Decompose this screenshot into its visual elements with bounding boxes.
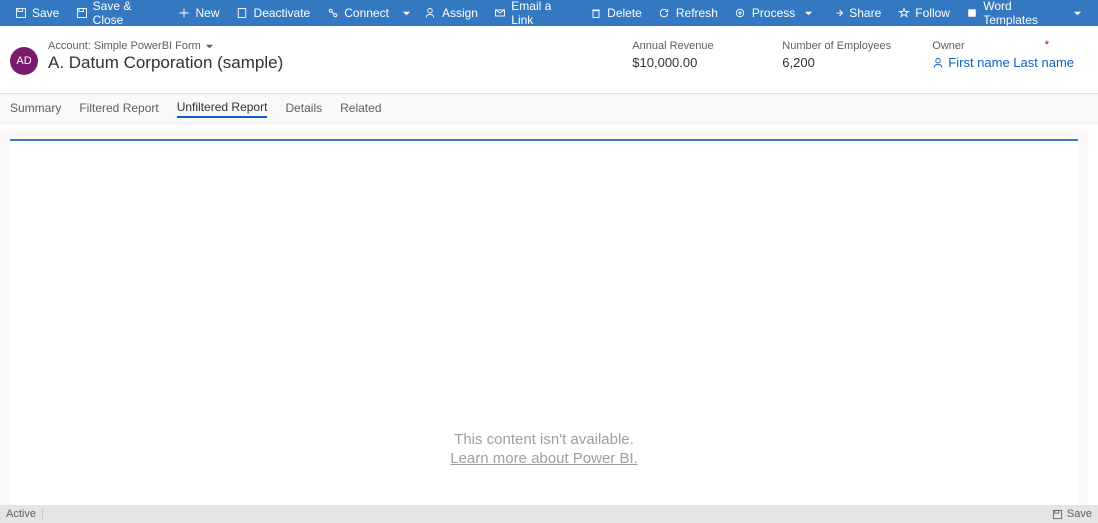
chevron-down-icon	[205, 42, 214, 51]
person-icon	[932, 57, 944, 69]
star-icon	[897, 7, 910, 20]
connect-label: Connect	[344, 6, 389, 20]
command-bar: Save Save & Close New Deactivate Connect…	[0, 0, 1098, 26]
refresh-button[interactable]: Refresh	[650, 0, 726, 26]
tab-unfiltered-report[interactable]: Unfiltered Report	[177, 100, 268, 118]
refresh-label: Refresh	[676, 6, 718, 20]
share-icon	[831, 7, 844, 20]
record-header: AD Account: Simple PowerBI Form A. Datum…	[0, 26, 1098, 94]
word-templates-button[interactable]: Word Templates	[958, 0, 1092, 26]
plus-icon	[178, 7, 191, 20]
assign-button[interactable]: Assign	[416, 0, 486, 26]
process-button[interactable]: Process	[726, 0, 823, 26]
title-block: Account: Simple PowerBI Form A. Datum Co…	[48, 40, 283, 73]
field-owner[interactable]: Owner * First name Last name	[932, 40, 1088, 70]
owner-value[interactable]: First name Last name	[932, 55, 1074, 70]
follow-button[interactable]: Follow	[889, 0, 958, 26]
deactivate-icon	[236, 7, 249, 20]
connect-icon	[326, 7, 339, 20]
share-button[interactable]: Share	[823, 0, 889, 26]
save-icon	[1052, 509, 1063, 520]
field-label: Annual Revenue	[632, 40, 768, 52]
delete-icon	[589, 7, 602, 20]
share-label: Share	[849, 6, 881, 20]
status-save-label: Save	[1067, 508, 1092, 520]
connect-dropdown[interactable]	[397, 0, 416, 26]
content-scroll[interactable]: This content isn't available. Learn more…	[0, 129, 1088, 505]
field-label: Number of Employees	[782, 40, 918, 52]
word-icon	[966, 7, 978, 20]
save-close-label: Save & Close	[93, 0, 162, 27]
word-templates-label: Word Templates	[983, 0, 1064, 27]
required-marker: *	[1045, 39, 1049, 51]
field-value: 6,200	[782, 55, 918, 70]
deactivate-label: Deactivate	[254, 6, 311, 20]
tab-related[interactable]: Related	[340, 101, 381, 117]
status-save-button[interactable]: Save	[1052, 508, 1092, 520]
field-value: $10,000.00	[632, 55, 768, 70]
form-selector[interactable]: Account: Simple PowerBI Form	[48, 40, 283, 52]
field-label: Owner *	[932, 40, 1074, 52]
deactivate-button[interactable]: Deactivate	[228, 0, 319, 26]
chevron-down-icon	[802, 7, 815, 20]
delete-button[interactable]: Delete	[581, 0, 650, 26]
process-icon	[734, 7, 747, 20]
tab-filtered-report[interactable]: Filtered Report	[79, 101, 158, 117]
save-button[interactable]: Save	[6, 0, 67, 26]
status-text: Active	[6, 508, 36, 520]
new-label: New	[196, 6, 220, 20]
tab-summary[interactable]: Summary	[10, 101, 61, 117]
process-label: Process	[752, 6, 795, 20]
field-num-employees[interactable]: Number of Employees 6,200	[782, 40, 932, 70]
record-title: A. Datum Corporation (sample)	[48, 53, 283, 73]
avatar-initials: AD	[16, 55, 31, 67]
delete-label: Delete	[607, 6, 642, 20]
eyebrow-text: Account: Simple PowerBI Form	[48, 40, 201, 52]
save-icon	[14, 7, 27, 20]
empty-state: This content isn't available. Learn more…	[450, 431, 638, 467]
owner-name: First name Last name	[948, 55, 1074, 70]
chevron-down-icon	[1072, 7, 1084, 20]
new-button[interactable]: New	[170, 0, 228, 26]
status-bar: Active Save	[0, 505, 1098, 523]
email-icon	[494, 7, 506, 20]
refresh-icon	[658, 7, 671, 20]
empty-message: This content isn't available.	[450, 431, 638, 448]
save-close-icon	[75, 7, 87, 20]
tab-details[interactable]: Details	[285, 101, 322, 117]
connect-button[interactable]: Connect	[318, 0, 397, 26]
tabs-row: Summary Filtered Report Unfiltered Repor…	[0, 94, 1098, 124]
email-link-button[interactable]: Email a Link	[486, 0, 581, 26]
save-close-button[interactable]: Save & Close	[67, 0, 169, 26]
save-label: Save	[32, 6, 59, 20]
follow-label: Follow	[915, 6, 950, 20]
assign-label: Assign	[442, 6, 478, 20]
email-link-label: Email a Link	[511, 0, 573, 27]
avatar: AD	[10, 47, 38, 75]
learn-more-link[interactable]: Learn more about Power BI.	[450, 450, 638, 467]
assign-icon	[424, 7, 437, 20]
report-panel: This content isn't available. Learn more…	[10, 139, 1078, 505]
field-annual-revenue[interactable]: Annual Revenue $10,000.00	[632, 40, 782, 70]
divider	[42, 509, 43, 519]
